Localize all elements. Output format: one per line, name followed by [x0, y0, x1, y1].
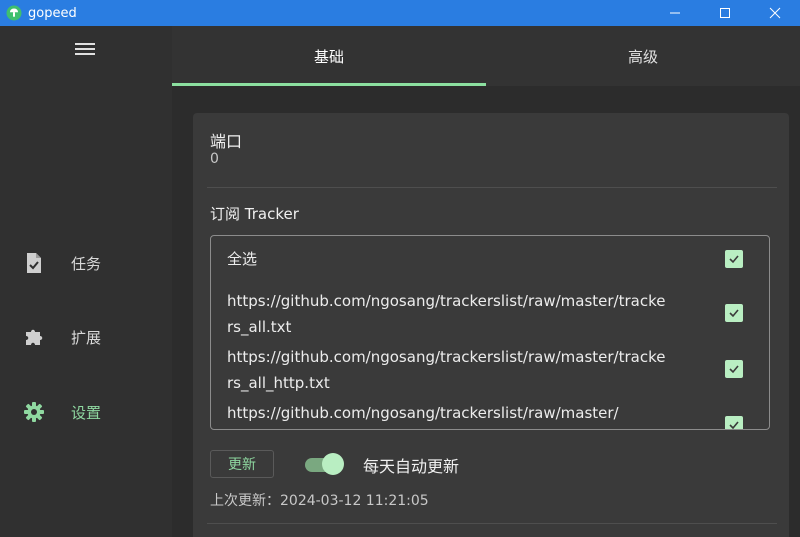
tracker-title: 订阅 Tracker [210, 205, 299, 223]
tracker-url: https://github.com/ngosang/trackerslist/… [227, 404, 619, 422]
title-bar: gopeed [0, 0, 800, 26]
tracker-checkbox[interactable] [725, 416, 743, 429]
settings-content: 端口 0 订阅 Tracker 全选 https://github.com/ng… [172, 86, 800, 537]
checkmark-icon [729, 365, 739, 374]
auto-update-toggle[interactable] [305, 453, 344, 475]
tracker-checkbox[interactable] [725, 304, 743, 322]
app-title: gopeed [28, 5, 77, 21]
close-button[interactable] [750, 0, 800, 26]
tracker-checkbox[interactable] [725, 360, 743, 378]
settings-card: 端口 0 订阅 Tracker 全选 https://github.com/ng… [193, 113, 789, 537]
maximize-icon [720, 8, 730, 18]
sidebar: 任务 扩展 设置 [0, 26, 172, 537]
puzzle-extension-icon [22, 325, 46, 349]
main-panel: 基础 高级 端口 0 订阅 Tracker 全选 https://github.… [172, 26, 800, 537]
port-value[interactable]: 0 [210, 151, 219, 167]
task-document-icon [22, 251, 46, 275]
auto-update-label: 每天自动更新 [363, 457, 460, 476]
tracker-url: https://github.com/ngosang/trackerslist/… [227, 292, 666, 336]
maximize-button[interactable] [700, 0, 750, 26]
sidebar-item-label: 扩展 [71, 328, 102, 347]
tab-advanced[interactable]: 高级 [486, 26, 800, 86]
minimize-icon [670, 12, 680, 14]
list-item[interactable]: https://github.com/ngosang/trackerslist/… [227, 400, 757, 429]
divider [207, 187, 777, 188]
divider [207, 523, 777, 524]
checkmark-icon [729, 309, 739, 318]
sidebar-item-label: 设置 [71, 403, 102, 422]
settings-tabs: 基础 高级 [172, 26, 800, 86]
gear-icon [22, 400, 46, 424]
close-icon [769, 7, 781, 19]
select-all-label: 全选 [227, 250, 258, 268]
checkmark-icon [729, 255, 739, 264]
list-item[interactable]: https://github.com/ngosang/trackerslist/… [227, 344, 757, 396]
port-label: 端口 [210, 132, 243, 151]
checkmark-icon [729, 421, 739, 429]
tracker-list[interactable]: 全选 https://github.com/ngosang/trackersli… [210, 235, 770, 430]
hamburger-menu-icon[interactable] [70, 40, 100, 60]
gopeed-logo-icon [6, 5, 22, 21]
tab-basic[interactable]: 基础 [172, 26, 486, 86]
update-button[interactable]: 更新 [210, 450, 274, 478]
tracker-select-all-row[interactable]: 全选 [227, 246, 757, 272]
select-all-checkbox[interactable] [725, 250, 743, 268]
tracker-url: https://github.com/ngosang/trackerslist/… [227, 348, 666, 392]
sidebar-item-extensions[interactable]: 扩展 [0, 317, 172, 357]
toggle-thumb [322, 453, 344, 475]
window-controls [650, 0, 800, 26]
sidebar-item-settings[interactable]: 设置 [0, 392, 172, 432]
sidebar-item-label: 任务 [71, 254, 102, 273]
minimize-button[interactable] [650, 0, 700, 26]
sidebar-item-tasks[interactable]: 任务 [0, 243, 172, 283]
last-update-text: 上次更新：2024-03-12 11:21:05 [210, 493, 429, 509]
list-item[interactable]: https://github.com/ngosang/trackerslist/… [227, 288, 757, 340]
